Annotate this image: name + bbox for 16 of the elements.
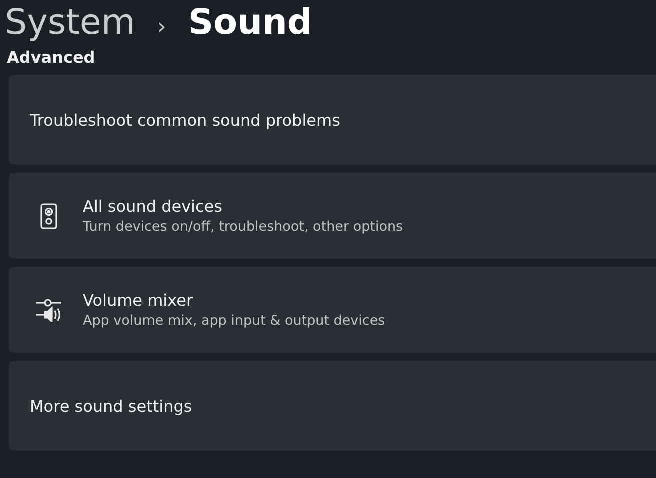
card-subtitle: Turn devices on/off, troubleshoot, other options — [83, 219, 404, 235]
settings-card[interactable]: All sound devices Turn devices on/off, troubleshoot, other options — [9, 173, 656, 259]
card-title: More sound settings — [30, 396, 192, 416]
settings-card[interactable]: Volume mixer App volume mix, app input & output devices — [9, 267, 656, 353]
speaker-icon — [40, 202, 58, 230]
settings-card[interactable]: More sound settings — [9, 361, 656, 451]
card-subtitle: App volume mix, app input & output devices — [83, 313, 386, 329]
breadcrumb-separator: › — [158, 15, 166, 42]
section-heading: Advanced — [7, 48, 96, 67]
card-title: Volume mixer — [83, 291, 194, 310]
card-title: Troubleshoot common sound problems — [30, 110, 340, 130]
volume-mixer-icon — [35, 298, 63, 322]
settings-card[interactable]: Troubleshoot common sound problems — [9, 75, 656, 165]
breadcrumb-parent[interactable]: System — [5, 2, 136, 44]
card-title: All sound devices — [83, 197, 224, 216]
page-title: Sound — [188, 2, 312, 44]
